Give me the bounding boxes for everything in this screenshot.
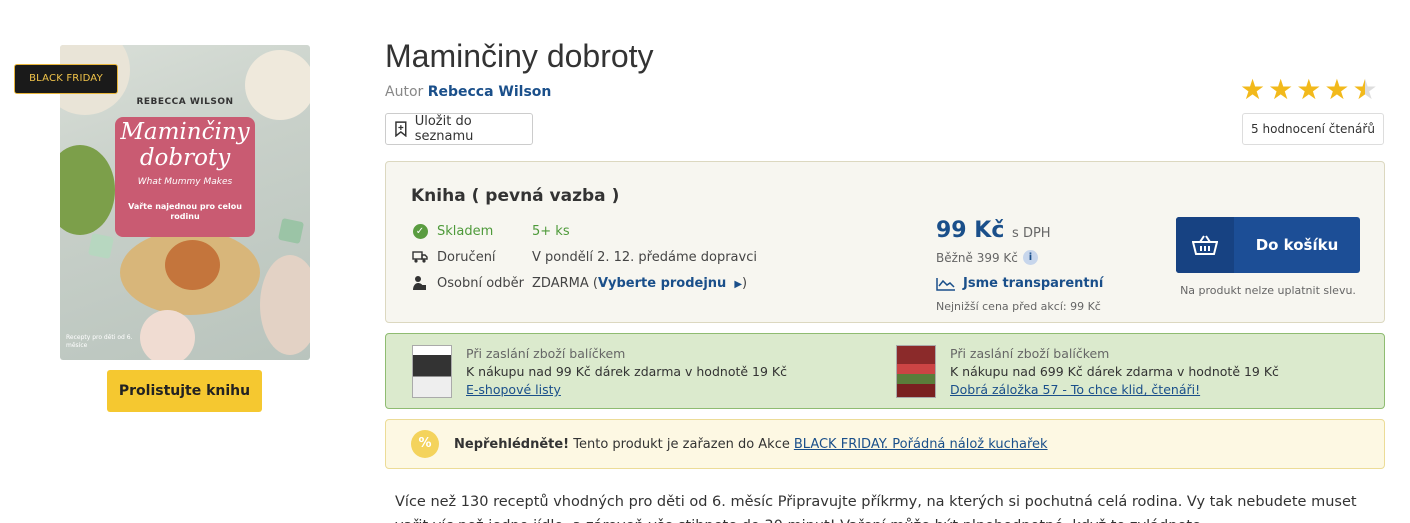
author-prefix: Autor — [385, 84, 424, 100]
gift-thumbnail[interactable] — [412, 345, 452, 398]
promo-text: Tento produkt je zařazen do Akce — [573, 436, 790, 452]
basket-icon — [1176, 217, 1234, 273]
star-icon: ★ — [1324, 73, 1350, 106]
promo-bold: Nepřehlédněte! — [454, 436, 570, 452]
lowest-price-note: Nejnižší cena před akcí: 99 Kč — [936, 300, 1101, 313]
cover-plate-5 — [165, 240, 220, 290]
truck-icon — [411, 248, 429, 266]
save-label: Uložit do seznamu — [414, 114, 474, 144]
cover-plate-3 — [60, 145, 115, 235]
caret-right-icon: ▶ — [734, 278, 743, 290]
product-description: Více než 130 receptů vhodných pro děti o… — [395, 494, 1357, 523]
gift-line1: Při zaslání zboží balíčkem — [466, 346, 626, 361]
promo-banner: % Nepřehlédněte! Tento produkt je zařaze… — [385, 419, 1385, 469]
select-store-link[interactable]: Vyberte prodejnu — [598, 276, 726, 291]
cover-plate-7 — [140, 310, 195, 360]
cover-tagline: Vařte najednou pro celou rodinu — [128, 202, 242, 221]
gift-line1: Při zaslání zboží balíčkem — [950, 346, 1110, 361]
cover-title: Maminčiny dobroty — [115, 119, 255, 171]
cover-title-line1: Maminčiny — [120, 119, 250, 145]
stock-row: ✓ Skladem 5+ ks — [411, 222, 570, 240]
delivery-label: Doručení — [437, 249, 496, 265]
stock-value: 5+ ks — [532, 223, 570, 239]
save-to-list-button[interactable]: Uložit do seznamu — [385, 113, 533, 145]
cover-author: REBECCA WILSON — [136, 97, 234, 107]
cover-cube — [87, 232, 115, 260]
add-to-cart-label: Do košíku — [1255, 236, 1339, 254]
cover-subtitle: What Mummy Makes — [137, 177, 233, 187]
no-discount-note: Na produkt nelze uplatnit slevu. — [1180, 284, 1356, 297]
person-box-icon — [411, 274, 429, 292]
gift-link[interactable]: E-shopové listy — [466, 382, 561, 397]
info-icon[interactable]: i — [1022, 250, 1038, 265]
format-title: Kniha ( pevná vazba ) — [411, 186, 620, 206]
price: 99 Kč s DPH — [936, 218, 1051, 243]
browse-book-button[interactable]: Prolistujte knihu — [107, 370, 262, 412]
add-to-cart-button[interactable]: Do košíku — [1176, 217, 1360, 273]
half-star-icon: ★ — [1352, 73, 1378, 106]
star-icon: ★ — [1296, 73, 1322, 106]
star-icon: ★ — [1240, 73, 1266, 106]
gift-thumbnail[interactable] — [896, 345, 936, 398]
rating-stars: ★ ★ ★ ★ ★ — [1240, 76, 1378, 104]
cover-footnote: Recepty pro děti od 6. měsíce — [66, 334, 133, 349]
cover-plate-6 — [260, 255, 310, 355]
gift-item: Při zaslání zboží balíčkem K nákupu nad … — [896, 345, 1279, 399]
ratings-count-button[interactable]: 5 hodnocení čtenářů — [1242, 113, 1384, 145]
transparency-label: Jsme transparentní — [963, 276, 1104, 291]
page-title: Maminčiny dobroty — [385, 38, 654, 74]
pickup-row: Osobní odběr ZDARMA (Vyberte prodejnu ▶) — [411, 274, 747, 292]
gift-line2: K nákupu nad 99 Kč dárek zdarma v hodnot… — [466, 364, 787, 379]
buy-box: Kniha ( pevná vazba ) ✓ Skladem 5+ ks Do… — [385, 161, 1385, 323]
pickup-label: Osobní odběr — [437, 275, 524, 291]
delivery-row: Doručení V pondělí 2. 12. předáme doprav… — [411, 248, 757, 266]
transparency-link[interactable]: Jsme transparentní — [936, 276, 1103, 291]
price-suffix: s DPH — [1012, 226, 1051, 241]
bookmark-icon — [395, 121, 407, 137]
gift-item: Při zaslání zboží balíčkem K nákupu nad … — [412, 345, 787, 399]
delivery-value: V pondělí 2. 12. předáme dopravci — [532, 249, 757, 265]
pickup-value: ZDARMA (Vyberte prodejnu ▶) — [532, 276, 747, 291]
author-row: Autor Rebecca Wilson — [385, 84, 551, 100]
cover-plate-2 — [245, 50, 310, 120]
stock-label: Skladem — [437, 223, 494, 239]
check-icon: ✓ — [411, 222, 429, 240]
percent-icon: % — [411, 430, 439, 458]
gift-box: Při zaslání zboží balíčkem K nákupu nad … — [385, 333, 1385, 409]
chart-line-icon — [936, 277, 955, 291]
cover-cube — [277, 217, 305, 245]
star-icon: ★ — [1268, 73, 1294, 106]
pickup-prefix: ZDARMA ( — [532, 275, 598, 291]
pickup-suffix: ) — [742, 275, 748, 291]
gift-link[interactable]: Dobrá záložka 57 - To chce klid, čtenáři… — [950, 382, 1200, 397]
gift-line2: K nákupu nad 699 Kč dárek zdarma v hodno… — [950, 364, 1279, 379]
price-value: 99 Kč — [936, 218, 1005, 243]
cover-title-line2: dobroty — [139, 145, 231, 171]
promo-link[interactable]: BLACK FRIDAY. Pořádná nálož kuchařek — [794, 437, 1048, 452]
regular-price-text: Běžně 399 Kč — [936, 250, 1018, 265]
regular-price: Běžně 399 Kč i — [936, 250, 1038, 265]
black-friday-badge: BLACK FRIDAY — [14, 64, 118, 94]
author-link[interactable]: Rebecca Wilson — [428, 84, 552, 100]
